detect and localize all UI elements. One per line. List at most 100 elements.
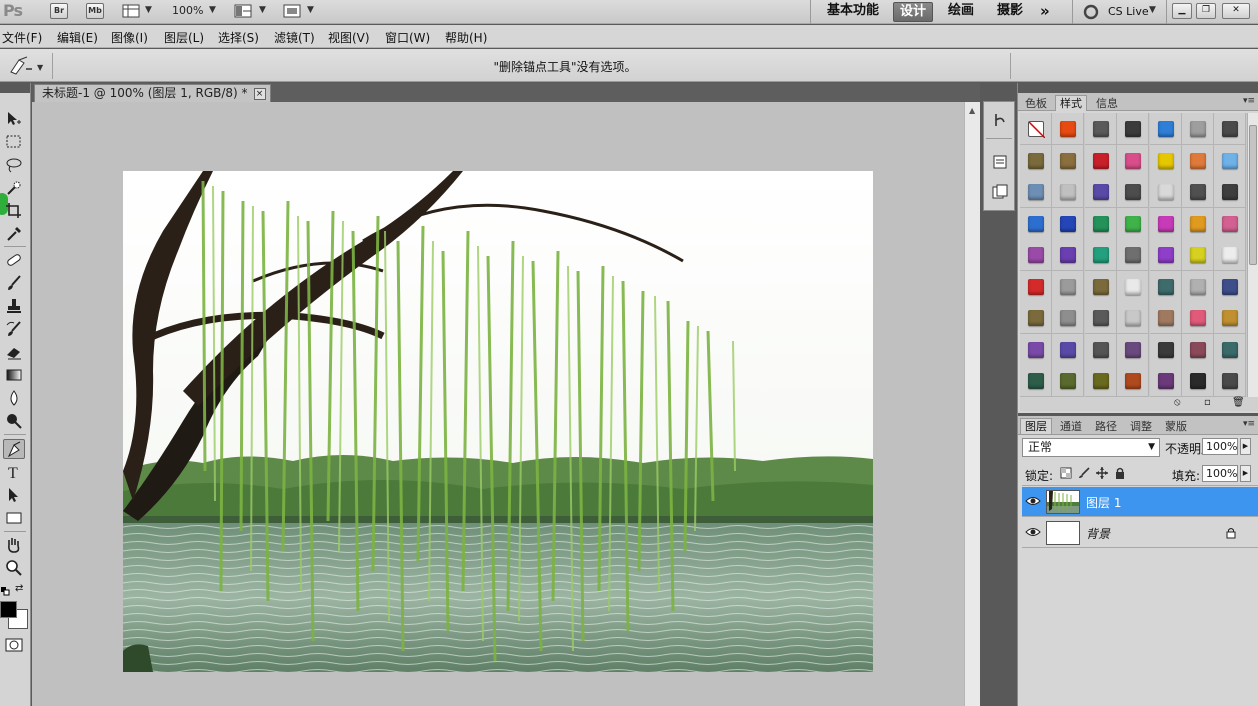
tab-adjustments[interactable]: 调整 (1125, 418, 1157, 434)
launch-mini-bridge-button[interactable]: Mb (86, 3, 104, 19)
style-swatch[interactable] (1020, 176, 1052, 208)
style-swatch[interactable] (1020, 333, 1052, 366)
style-swatch[interactable] (1214, 302, 1247, 334)
vertical-scrollbar[interactable]: ▲ (964, 102, 980, 706)
clone-stamp-tool[interactable] (3, 296, 25, 316)
style-swatch[interactable] (1020, 365, 1052, 397)
style-swatch[interactable] (1182, 144, 1214, 177)
style-swatch[interactable] (1214, 113, 1247, 145)
canvas-area[interactable] (32, 102, 964, 706)
lasso-tool[interactable] (3, 155, 25, 175)
workspace-photography[interactable]: 摄影 (991, 2, 1029, 22)
style-swatch[interactable] (1052, 302, 1085, 334)
zoom-level[interactable]: 100% (172, 4, 203, 17)
style-swatch[interactable] (1084, 365, 1117, 397)
zoom-tool[interactable] (3, 558, 25, 578)
restore-button[interactable]: ❐ (1196, 3, 1216, 19)
style-swatch[interactable] (1117, 302, 1150, 334)
style-swatch[interactable] (1020, 144, 1052, 177)
document-canvas-photo[interactable] (123, 171, 873, 672)
history-panel-icon[interactable] (992, 112, 1008, 128)
healing-brush-tool[interactable] (3, 250, 25, 270)
visibility-eye-icon[interactable] (1025, 526, 1041, 538)
quick-mask-button[interactable] (3, 635, 25, 655)
view-extras-icon[interactable] (122, 3, 140, 19)
new-style-icon[interactable]: ▫ (1204, 397, 1211, 408)
style-swatch[interactable] (1214, 239, 1247, 271)
lock-position-move-icon[interactable] (1096, 467, 1108, 482)
style-swatch[interactable] (1182, 333, 1214, 366)
eraser-tool[interactable] (3, 342, 25, 362)
tab-layers[interactable]: 图层 (1020, 418, 1052, 434)
fill-input[interactable]: 100% (1202, 465, 1238, 482)
lock-all-icon[interactable] (1114, 467, 1126, 482)
style-swatch[interactable] (1149, 333, 1182, 366)
opacity-input[interactable]: 100% (1202, 438, 1238, 455)
tab-masks[interactable]: 蒙版 (1160, 418, 1192, 434)
scroll-up-icon[interactable]: ▲ (969, 106, 975, 115)
workspace-design[interactable]: 设计 (893, 2, 934, 22)
fill-slider-button[interactable]: ▶ (1240, 465, 1251, 482)
blend-mode-select[interactable]: 正常 ▼ (1022, 438, 1160, 457)
gradient-tool[interactable] (3, 365, 25, 385)
arrange-documents-icon[interactable] (234, 3, 252, 19)
style-swatch[interactable] (1084, 176, 1117, 208)
style-swatch[interactable] (1149, 302, 1182, 334)
chevron-down-icon[interactable]: ▼ (259, 5, 266, 15)
cs-live-button[interactable]: CS Live (1102, 3, 1155, 23)
layer-row-background[interactable]: 背景 (1022, 518, 1258, 548)
style-swatch[interactable] (1052, 239, 1085, 271)
layer-name[interactable]: 背景 (1086, 525, 1110, 542)
menu-help[interactable]: 帮助(H) (445, 29, 487, 46)
close-tab-icon[interactable]: × (253, 87, 266, 100)
style-swatch[interactable] (1214, 270, 1247, 303)
minimize-button[interactable]: ▁ (1172, 3, 1192, 19)
style-swatch[interactable] (1117, 144, 1150, 177)
panel-menu-icon[interactable]: ▾≡ (1243, 96, 1255, 106)
style-swatch[interactable] (1117, 239, 1150, 271)
style-swatch[interactable] (1214, 333, 1247, 366)
tools-panel-header[interactable] (0, 83, 30, 93)
style-swatch[interactable] (1182, 176, 1214, 208)
move-tool[interactable] (3, 109, 25, 129)
style-swatch[interactable] (1117, 176, 1150, 208)
default-colors-icon[interactable] (1, 585, 10, 596)
scroll-thumb[interactable] (1249, 125, 1257, 265)
style-swatch[interactable] (1117, 270, 1150, 303)
brush-tool[interactable] (3, 273, 25, 293)
close-button[interactable]: ✕ (1222, 3, 1250, 19)
type-tool[interactable]: T (3, 462, 25, 482)
menu-edit[interactable]: 编辑(E) (57, 29, 98, 46)
dodge-tool[interactable] (3, 411, 25, 431)
style-swatch[interactable] (1149, 270, 1182, 303)
path-selection-tool[interactable] (3, 485, 25, 505)
style-swatch[interactable] (1052, 113, 1085, 145)
style-swatch[interactable] (1084, 207, 1117, 240)
chevron-down-icon[interactable]: ▼ (145, 5, 152, 15)
style-swatch[interactable] (1052, 144, 1085, 177)
panel-header[interactable] (1018, 83, 1258, 93)
tab-info[interactable]: 信息 (1091, 95, 1123, 111)
marquee-tool[interactable] (3, 132, 25, 152)
style-swatch[interactable] (1084, 113, 1117, 145)
style-swatch[interactable] (1182, 302, 1214, 334)
menu-filter[interactable]: 滤镜(T) (274, 29, 315, 46)
more-workspaces-icon[interactable]: » (1034, 2, 1056, 22)
menu-image[interactable]: 图像(I) (111, 29, 148, 46)
style-swatch[interactable] (1084, 270, 1117, 303)
tab-styles[interactable]: 样式 (1055, 95, 1087, 111)
tab-paths[interactable]: 路径 (1090, 418, 1122, 434)
style-swatch[interactable] (1149, 207, 1182, 240)
style-swatch[interactable] (1214, 144, 1247, 177)
paragraph-panel-icon[interactable] (992, 184, 1008, 200)
menu-window[interactable]: 窗口(W) (385, 29, 430, 46)
launch-bridge-button[interactable]: Br (50, 3, 68, 19)
style-swatch[interactable] (1020, 113, 1052, 145)
blur-tool[interactable] (3, 388, 25, 408)
menu-view[interactable]: 视图(V) (328, 29, 370, 46)
crop-tool[interactable] (3, 201, 25, 221)
style-swatch[interactable] (1149, 365, 1182, 397)
panel-menu-icon[interactable]: ▾≡ (1243, 419, 1255, 429)
style-swatch[interactable] (1214, 365, 1247, 397)
style-swatch[interactable] (1052, 270, 1085, 303)
